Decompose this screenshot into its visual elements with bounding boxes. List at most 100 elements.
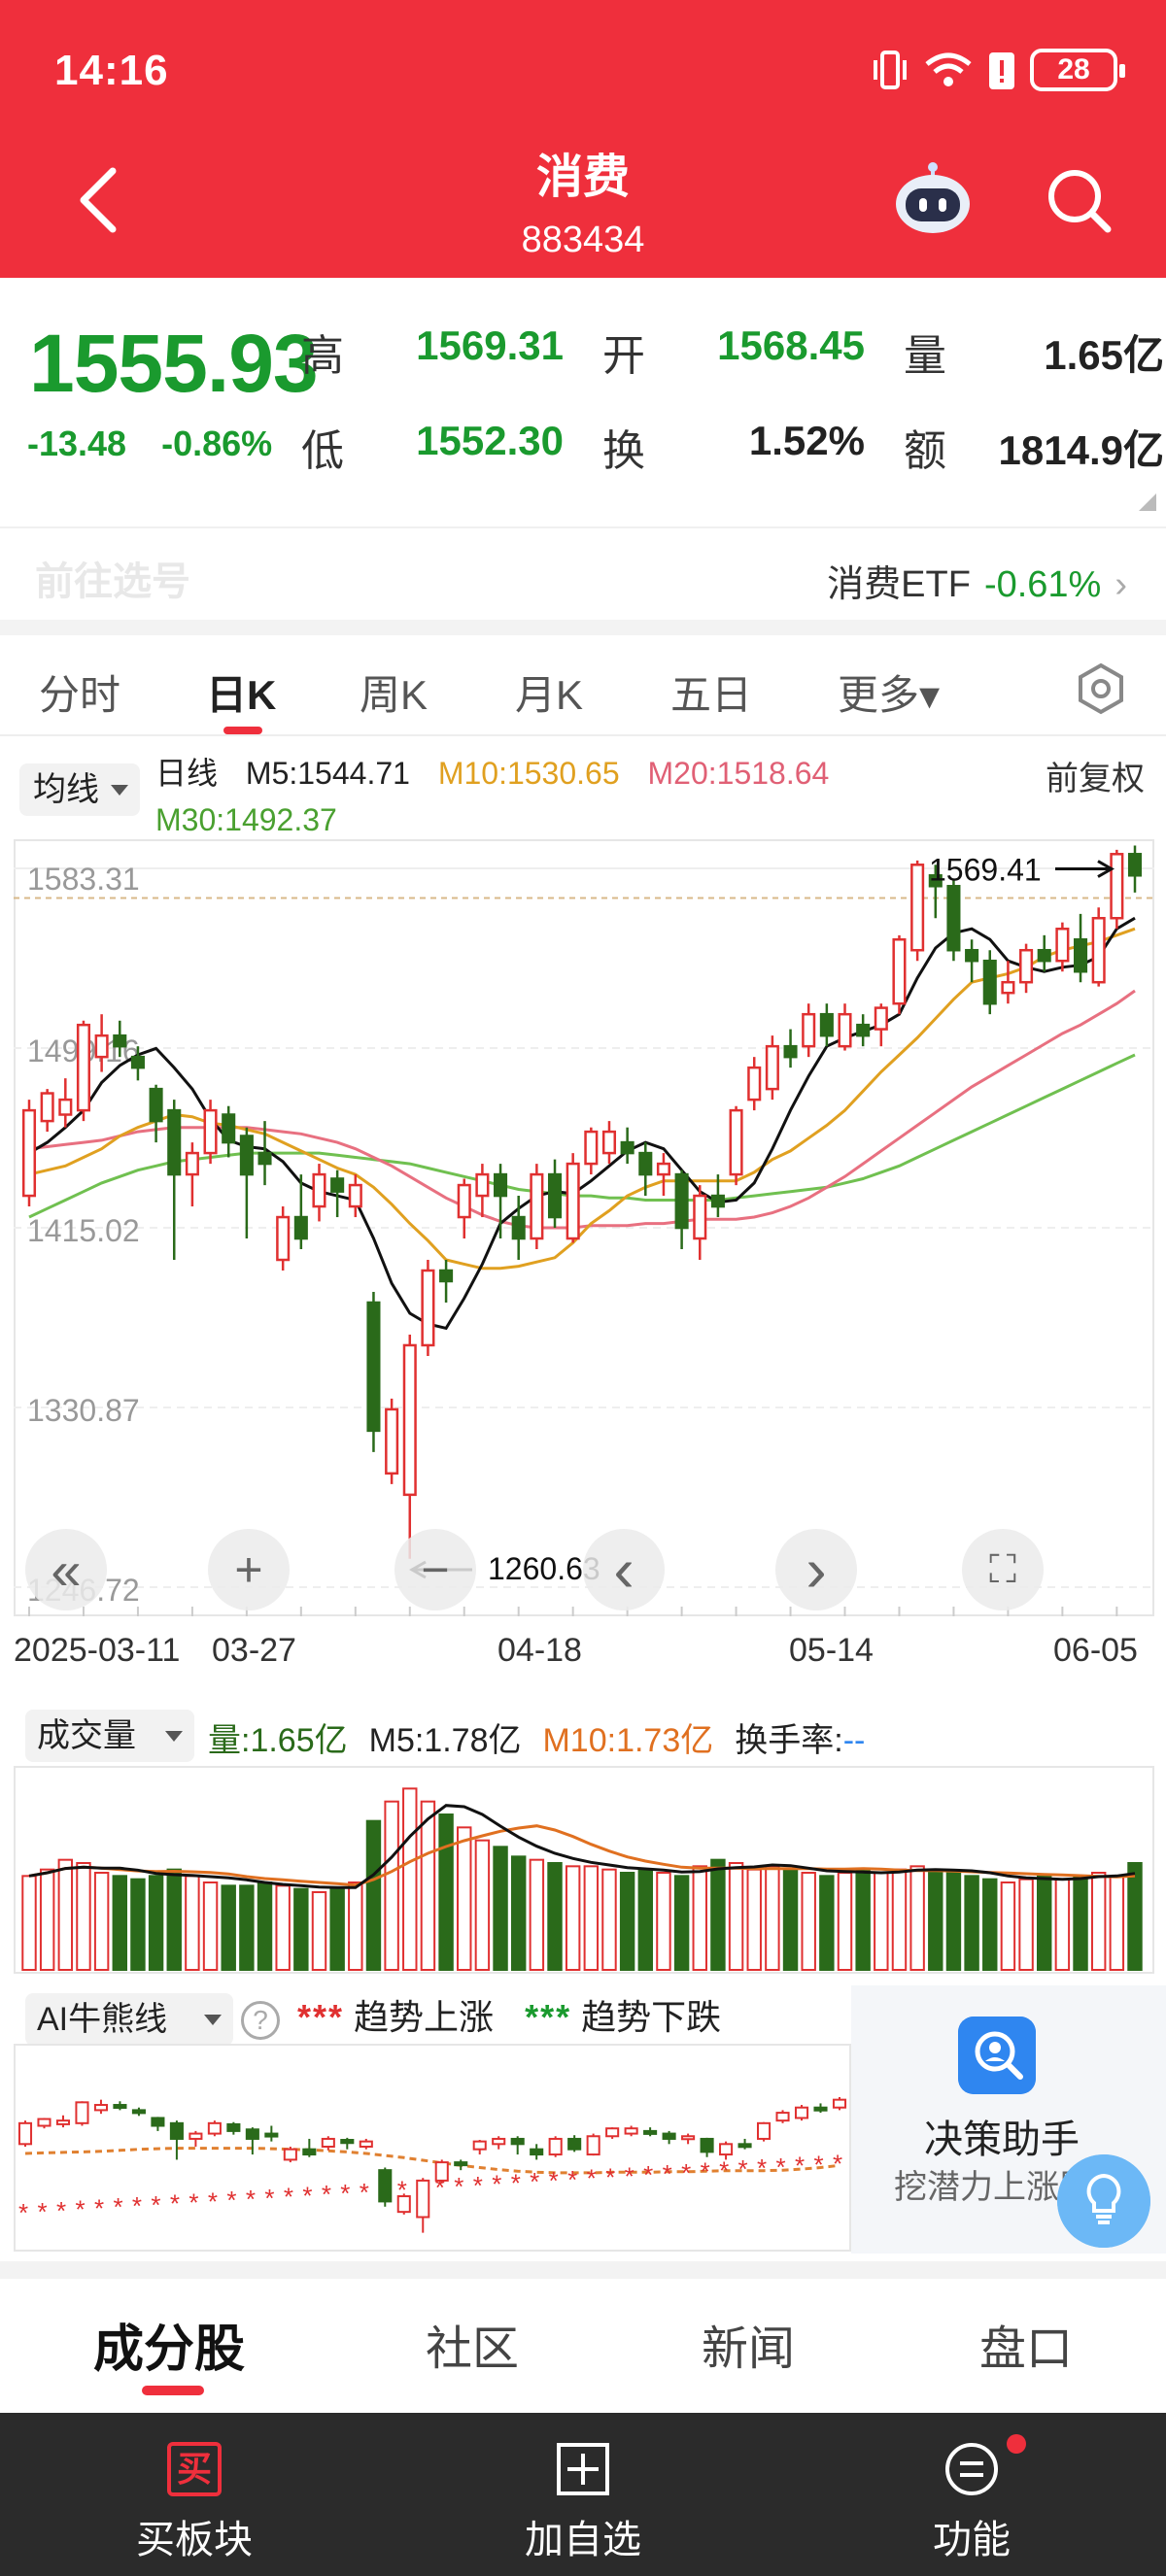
volume-bar (547, 1862, 563, 1971)
expand-corner-icon[interactable] (1139, 493, 1156, 511)
tab-more[interactable]: 更多▾ (838, 662, 940, 722)
candle-body (40, 1092, 54, 1123)
ai-candle-body (340, 2139, 355, 2145)
uptrend-star: * (37, 2197, 47, 2226)
prev-button[interactable]: ‹ (583, 1529, 665, 1610)
volume-bar (239, 1884, 255, 1971)
functions-button[interactable]: 功能 (845, 2413, 1098, 2576)
candle-body (113, 1034, 127, 1048)
volume-bar (457, 1826, 472, 1972)
add-watchlist-button[interactable]: 加自选 (457, 2413, 709, 2576)
volume-bar (311, 1891, 327, 1971)
ai-candle-body (472, 2140, 487, 2151)
tab-intraday[interactable]: 分时 (39, 662, 120, 722)
x-tick: 2025-03-11 (14, 1632, 181, 1669)
uptrend-star: * (94, 2193, 104, 2222)
volume-bar (365, 1819, 382, 1971)
candle-body (149, 1087, 163, 1123)
ai-robot-icon[interactable] (892, 159, 974, 237)
uptrend-star: * (757, 2153, 767, 2183)
volume-bar (1127, 1862, 1143, 1971)
tab-order-book[interactable]: 盘口 (979, 2310, 1073, 2378)
tab-constituents[interactable]: 成分股 (93, 2308, 245, 2381)
title-block: 消费 883434 (0, 138, 1166, 261)
uptrend-star: * (56, 2196, 66, 2225)
ai-candle-body (510, 2137, 525, 2146)
quote-panel: 1555.93 -13.48 -0.86% 高 1569.31 开 1568.4… (0, 278, 1166, 526)
next-button[interactable]: › (775, 1529, 857, 1610)
downtrend-label: 趋势下跌 (581, 1997, 722, 2037)
high-value: 1569.31 (416, 322, 564, 368)
adjust-selector[interactable]: 前复权 (1046, 752, 1145, 799)
etf-row[interactable]: 前往选号 消费ETF -0.61% › (0, 526, 1166, 620)
candlestick-chart[interactable]: 1583.311499.161415.021330.871246.721569.… (14, 839, 1154, 1616)
volume-bar (728, 1862, 744, 1971)
notification-dot (1007, 2434, 1026, 2454)
menu-icon (945, 2443, 998, 2495)
candle-body (385, 1407, 399, 1475)
help-icon[interactable]: ? (241, 2001, 280, 2040)
lightbulb-icon[interactable] (1057, 2154, 1150, 2248)
uptrend-star: * (567, 2165, 577, 2194)
tab-monthly-k[interactable]: 月K (515, 662, 583, 722)
candle-body (330, 1177, 345, 1193)
zoom-in-button[interactable]: + (208, 1529, 290, 1610)
tab-news[interactable]: 新闻 (702, 2310, 795, 2378)
app-header: 14:16 28 消费 883434 (0, 0, 1166, 278)
open-label: 开 (602, 332, 645, 380)
buy-sector-button[interactable]: 买 买板块 (68, 2413, 321, 2576)
tab-weekly-k[interactable]: 周K (360, 662, 428, 722)
volume-bar (891, 1868, 908, 1971)
volume-selector[interactable]: 成交量 (25, 1710, 194, 1762)
tab-five-day[interactable]: 五日 (670, 662, 752, 722)
volume-bar (656, 1872, 671, 1971)
first-button[interactable]: « (25, 1529, 107, 1610)
ai-candle-body (605, 2127, 620, 2138)
candle-body (965, 948, 979, 963)
ai-candle-body (586, 2135, 600, 2156)
zoom-out-button[interactable]: − (394, 1529, 476, 1610)
ai-candle-body (189, 2132, 203, 2140)
volume-bar (945, 1872, 962, 1971)
open-value: 1568.45 (717, 322, 865, 368)
tab-community[interactable]: 社区 (426, 2310, 519, 2378)
uptrend-star: * (814, 2151, 824, 2180)
candle-body (1019, 948, 1034, 984)
volume-bar (348, 1881, 363, 1971)
candle-body (1055, 927, 1070, 963)
y-tick-label: 1415.02 (27, 1213, 140, 1248)
last-price: 1555.93 (29, 318, 319, 409)
candle-body (729, 1108, 743, 1176)
ai-candle-body (775, 2112, 790, 2122)
uptrend-star: * (302, 2181, 312, 2210)
fullscreen-button[interactable]: ⛶ (962, 1529, 1044, 1610)
volume-bar (221, 1884, 236, 1971)
volume-bar (837, 1872, 853, 1971)
uptrend-star: * (208, 2186, 218, 2216)
line-label: 日线 (155, 756, 219, 791)
settings-icon[interactable] (1075, 662, 1127, 715)
volume-bar (1000, 1881, 1016, 1971)
functions-label: 功能 (933, 2519, 1011, 2561)
candle-body (1073, 937, 1088, 973)
ai-trend-line (24, 2147, 840, 2175)
page-title: 消费 (535, 152, 630, 203)
ai-candle-body (548, 2137, 563, 2156)
candle-body (802, 1012, 816, 1048)
volume-bar (765, 1865, 780, 1971)
volume-bar (185, 1875, 200, 1971)
candle-body (566, 1162, 580, 1240)
volume-bar (1109, 1875, 1125, 1971)
etf-link[interactable]: 消费ETF -0.61% › (827, 554, 1127, 607)
ai-indicator-selector[interactable]: AI牛熊线 (25, 1993, 233, 2046)
ai-candle-body (302, 2148, 317, 2156)
ma-selector[interactable]: 均线 (19, 763, 140, 816)
candle-body (94, 1034, 109, 1059)
status-time: 14:16 (54, 47, 169, 94)
candle-body (710, 1194, 725, 1208)
candle-body (348, 1183, 362, 1208)
tab-daily-k[interactable]: 日K (206, 662, 276, 722)
search-icon[interactable] (1044, 165, 1114, 235)
uptrend-star: * (340, 2179, 350, 2208)
uptrend-star: * (322, 2180, 331, 2209)
